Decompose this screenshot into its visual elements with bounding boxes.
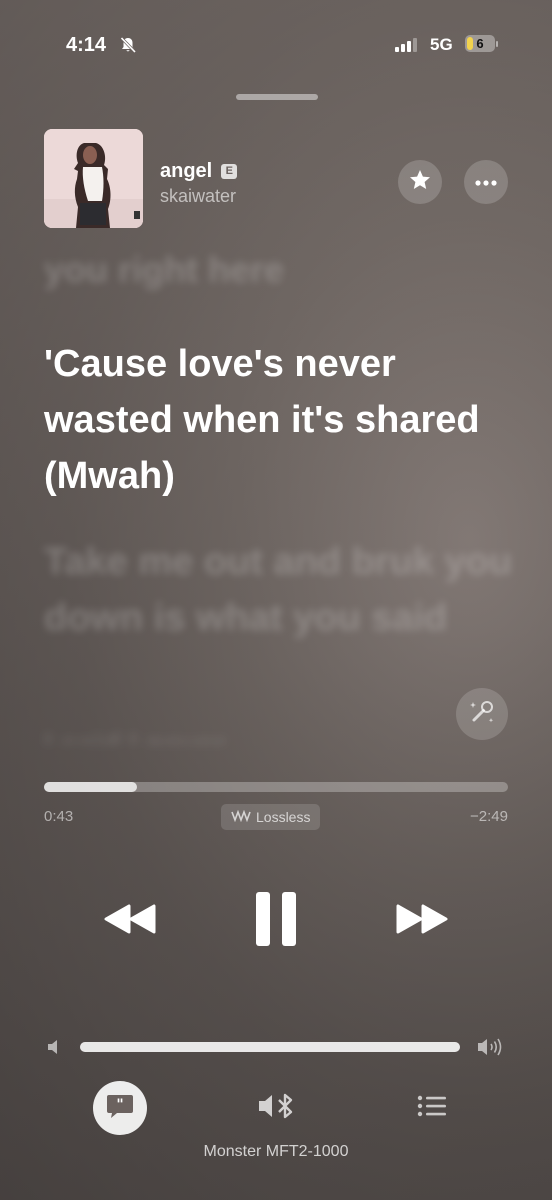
song-title-row: angel E: [160, 160, 238, 183]
artist-name[interactable]: skaiwater: [160, 186, 236, 207]
elapsed-time: 0:43: [44, 808, 74, 825]
sheet-grabber[interactable]: [236, 94, 318, 100]
speaker-bluetooth-icon: [257, 1091, 297, 1126]
star-icon: [408, 168, 432, 197]
fast-forward-icon: [394, 903, 450, 940]
volume-slider[interactable]: [80, 1042, 460, 1052]
volume-low-icon: [46, 1038, 62, 1061]
lyric-line-previous[interactable]: you right here: [44, 248, 514, 292]
battery-level: 6: [476, 36, 484, 51]
sing-button[interactable]: [456, 688, 508, 740]
svg-text:": ": [116, 1097, 123, 1113]
playback-progress-fill: [44, 782, 137, 792]
fast-forward-button[interactable]: [388, 896, 456, 946]
cellular-signal-icon: [395, 38, 423, 57]
rewind-icon: [102, 903, 158, 940]
queue-list-icon: [416, 1094, 448, 1123]
output-device-name[interactable]: Monster MFT2-1000: [0, 1143, 552, 1161]
lyrics-quote-bubble-icon: ": [105, 1091, 135, 1126]
rewind-button[interactable]: [96, 896, 164, 946]
queue-button[interactable]: [412, 1092, 452, 1124]
pause-button[interactable]: [246, 886, 306, 956]
status-time: 4:14: [66, 34, 107, 56]
pause-icon: [254, 890, 298, 953]
more-options-button[interactable]: [464, 160, 508, 204]
volume-level-fill: [80, 1042, 460, 1052]
explicit-badge: E: [221, 164, 238, 179]
status-bar: 4:14 5G 6: [0, 34, 552, 58]
lyric-line-upcoming[interactable]: I said I never ...: [44, 730, 514, 744]
lyric-line-current[interactable]: 'Cause love's never wasted when it's sha…: [44, 336, 514, 504]
volume-high-icon: [476, 1036, 506, 1063]
song-title[interactable]: angel: [160, 160, 212, 183]
lossless-label: Lossless: [256, 809, 311, 825]
lossless-badge[interactable]: Lossless: [221, 804, 321, 830]
favorite-button[interactable]: [398, 160, 442, 204]
lyrics-button[interactable]: ": [93, 1081, 147, 1135]
lossless-waveform-icon: [231, 809, 256, 825]
ellipsis-icon: [475, 173, 497, 191]
network-type: 5G: [430, 35, 453, 54]
microphone-sparkle-icon: [467, 697, 497, 732]
album-artwork[interactable]: [44, 129, 143, 228]
playback-scrubber[interactable]: [44, 782, 508, 792]
bell-slash-icon: [119, 36, 137, 59]
audio-output-button[interactable]: [256, 1090, 298, 1126]
lyric-line-next[interactable]: Take me out and bruk you down is what yo…: [44, 534, 514, 646]
battery-indicator: 6: [465, 34, 499, 54]
remaining-time: −2:49: [470, 808, 508, 825]
